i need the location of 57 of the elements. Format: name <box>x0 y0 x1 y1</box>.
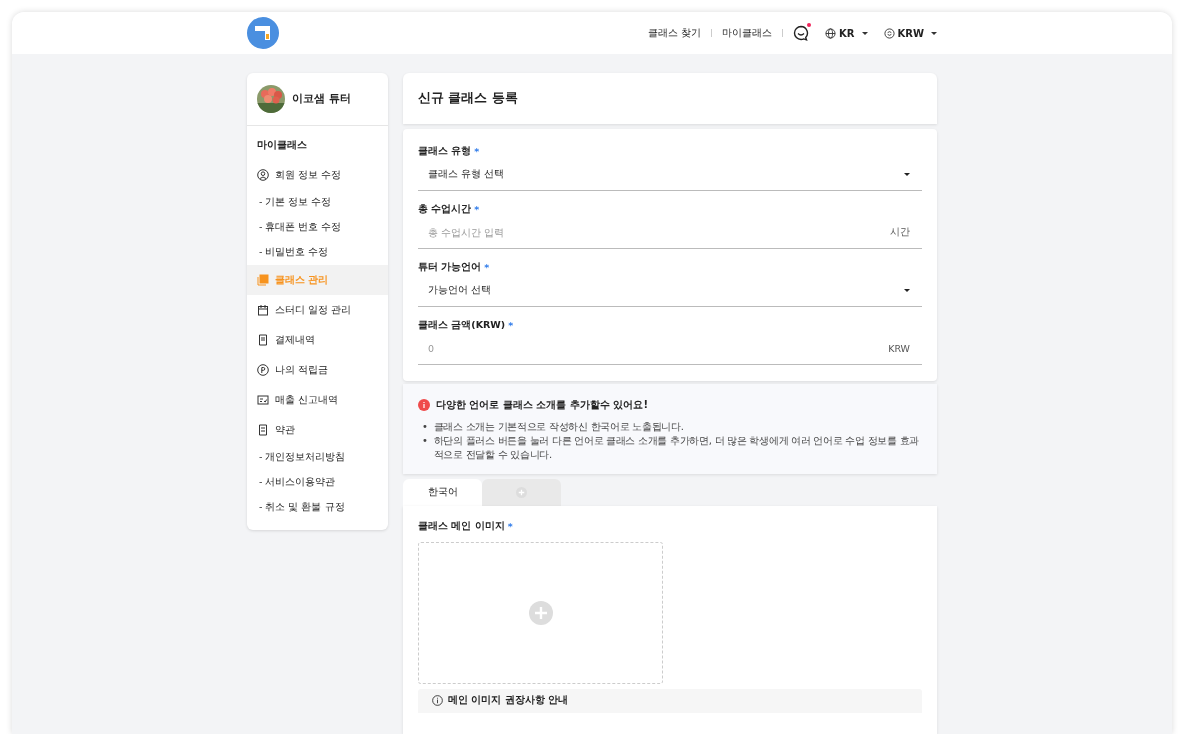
user-icon <box>257 169 269 181</box>
notice-title: 다양한 언어로 클래스 소개를 추가할수 있어요! <box>436 398 648 412</box>
point-icon <box>257 364 269 376</box>
info-icon <box>432 694 443 706</box>
input-field[interactable]: 0 <box>428 342 889 354</box>
page-title: 신규 클래스 등록 <box>418 90 518 107</box>
chart-icon <box>257 394 269 406</box>
submenu-item[interactable]: - 취소 및 환불 규정 <box>247 495 388 520</box>
input-field[interactable]: 총 수업시간 입력 <box>428 226 890 238</box>
add-icon <box>516 487 527 498</box>
menu-item[interactable]: 약관 <box>247 415 388 445</box>
alert-icon <box>418 399 430 411</box>
submenu-item[interactable]: - 서비스이용약관 <box>247 470 388 495</box>
required-mark: * <box>474 146 480 157</box>
select-field[interactable]: 클래스 유형 선택 <box>418 158 922 191</box>
calendar-icon <box>257 304 269 316</box>
nav-link[interactable]: 클래스 찾기 <box>647 26 702 40</box>
guide-title: 메인 이미지 권장사항 안내 <box>448 693 569 707</box>
field-label: 총 수업시간 <box>418 203 472 216</box>
required-mark: * <box>507 521 513 532</box>
menu-heading: 마이클래스 <box>256 138 308 152</box>
menu-item[interactable]: 결제내역 <box>247 325 388 355</box>
submenu-item[interactable]: - 비밀번호 수정 <box>247 240 388 265</box>
chat-icon[interactable] <box>793 25 810 41</box>
menu-item[interactable]: 매출 신고내역 <box>247 385 388 415</box>
doc-icon <box>257 424 269 436</box>
add-icon <box>528 601 553 625</box>
logo-icon[interactable] <box>247 17 279 49</box>
select-field[interactable]: 가능언어 선택 <box>418 274 922 307</box>
language-dropdown[interactable]: KR <box>819 27 868 39</box>
field-label: 클래스 유형 <box>418 145 472 158</box>
book-icon <box>257 274 269 286</box>
menu-item[interactable]: 나의 적립금 <box>247 355 388 385</box>
currency-dropdown[interactable]: KRW <box>877 27 937 39</box>
field-label: 클래스 메인 이미지 <box>418 520 505 533</box>
bullet: • <box>422 420 428 434</box>
required-mark: * <box>484 262 490 273</box>
bullet: • <box>422 434 428 448</box>
nav-link[interactable]: 마이클래스 <box>722 26 773 40</box>
submenu-item[interactable]: - 휴대폰 번호 수정 <box>247 215 388 240</box>
menu-item[interactable]: 스터디 일정 관리 <box>247 295 388 325</box>
field-label: 클래스 금액(KRW) <box>418 319 506 332</box>
unit-label: 시간 <box>890 225 910 239</box>
globe-icon <box>825 27 837 39</box>
submenu-item[interactable]: - 기본 정보 수정 <box>247 190 388 215</box>
notice-text: 하단의 플러스 버튼을 눌러 다른 언어로 클래스 소개를 추가하면, 더 많은 학생에게 여러 언어로 수업 정보를 효과적으로 전달할 수 있습니다. <box>433 434 921 462</box>
required-mark: * <box>508 320 514 331</box>
submenu-item[interactable]: - 개인정보처리방침 <box>247 445 388 470</box>
menu-item[interactable]: 회원 정보 수정 <box>247 160 388 190</box>
language-tab[interactable]: 한국어 <box>403 479 482 506</box>
coin-icon <box>883 27 895 39</box>
field-label: 튜터 가능언어 <box>418 261 482 274</box>
required-mark: * <box>474 204 480 215</box>
notice-text: 클래스 소개는 기본적으로 작성하신 한국어로 노출됩니다. <box>433 420 684 434</box>
profile-name: 이코샘 튜터 <box>292 92 351 106</box>
unit-label: KRW <box>888 342 910 354</box>
receipt-icon <box>257 334 269 346</box>
